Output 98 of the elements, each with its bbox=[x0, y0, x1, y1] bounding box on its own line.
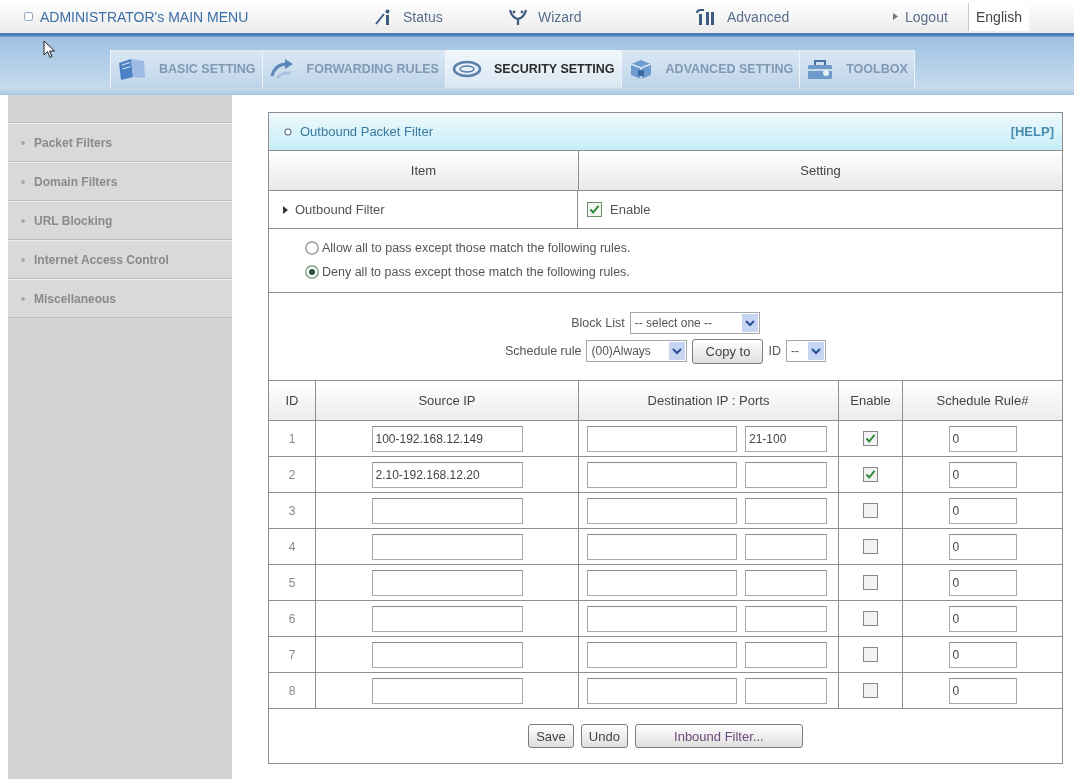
port-field[interactable] bbox=[745, 497, 827, 524]
fork-icon bbox=[508, 8, 528, 25]
checkbox[interactable] bbox=[863, 539, 878, 554]
toolbox-icon bbox=[806, 58, 835, 80]
checkbox[interactable] bbox=[863, 467, 878, 482]
destination-ip-field[interactable] bbox=[587, 461, 737, 488]
square-bullet-icon bbox=[24, 12, 33, 21]
source-ip-field[interactable] bbox=[371, 677, 523, 704]
checkbox[interactable] bbox=[863, 647, 878, 662]
row-id: 6 bbox=[288, 611, 296, 626]
source-ip-field[interactable] bbox=[371, 641, 523, 668]
schedule-rule-field[interactable]: 0 bbox=[948, 425, 1017, 452]
bar-chart-icon bbox=[695, 8, 717, 25]
column-header: Destination IP : Ports bbox=[579, 381, 839, 421]
block-list-dropdown[interactable]: -- select one -- bbox=[629, 312, 760, 334]
column-header: Item bbox=[269, 151, 579, 190]
dot-icon bbox=[21, 218, 25, 223]
checkbox[interactable] bbox=[863, 431, 878, 446]
schedule-rule-field[interactable]: 0 bbox=[948, 533, 1017, 560]
row-id: 2 bbox=[288, 467, 296, 482]
radio-button[interactable] bbox=[305, 241, 319, 255]
checkbox[interactable] bbox=[863, 575, 878, 590]
nav-tab[interactable]: SECURITY SETTING bbox=[445, 50, 622, 88]
column-header: ID bbox=[269, 381, 316, 421]
port-field[interactable] bbox=[745, 605, 827, 632]
caret-right-icon bbox=[893, 13, 898, 20]
checkbox-label: Enable bbox=[610, 202, 651, 217]
schedule-rule-field[interactable]: 0 bbox=[948, 641, 1017, 668]
language-button[interactable]: English bbox=[968, 2, 1029, 31]
source-ip-field[interactable]: 2.10-192.168.12.20 bbox=[371, 461, 523, 488]
book-icon bbox=[117, 57, 147, 81]
schedule-rule-field[interactable]: 0 bbox=[948, 461, 1017, 488]
radio-label: Deny all to pass except those match the following rules. bbox=[322, 265, 630, 279]
destination-ip-field[interactable] bbox=[587, 677, 737, 704]
column-header: Source IP bbox=[316, 381, 579, 421]
row-id: 7 bbox=[288, 647, 296, 662]
circle-bullet-icon bbox=[284, 127, 292, 136]
caret-right-icon bbox=[283, 205, 288, 214]
destination-ip-field[interactable] bbox=[587, 497, 737, 524]
chevron-down-icon bbox=[669, 342, 686, 360]
row-id: 1 bbox=[288, 431, 296, 446]
destination-ip-field[interactable] bbox=[587, 425, 737, 452]
main-menu-title: ADMINISTRATOR's MAIN MENU bbox=[40, 8, 249, 25]
source-ip-field[interactable]: 100-192.168.12.149 bbox=[371, 425, 523, 452]
checkbox[interactable] bbox=[863, 503, 878, 518]
destination-ip-field[interactable] bbox=[587, 605, 737, 632]
curved-arrow-icon bbox=[268, 58, 295, 80]
destination-ip-field[interactable] bbox=[587, 569, 737, 596]
schedule-rule-field[interactable]: 0 bbox=[948, 677, 1017, 704]
row-id: 3 bbox=[288, 503, 296, 518]
undo-button[interactable]: Undo bbox=[580, 724, 628, 748]
port-field[interactable] bbox=[745, 641, 827, 668]
port-field[interactable] bbox=[745, 533, 827, 560]
column-header: Enable bbox=[839, 381, 903, 421]
row-id: 8 bbox=[288, 683, 296, 698]
destination-ip-field[interactable] bbox=[587, 641, 737, 668]
copy-to-button[interactable]: Copy to bbox=[692, 338, 764, 364]
field-label: ID bbox=[768, 344, 781, 358]
logout-link[interactable]: Logout bbox=[893, 8, 968, 25]
top-menu-link[interactable]: Wizard bbox=[508, 8, 582, 25]
dot-icon bbox=[21, 140, 25, 145]
column-header: Setting bbox=[799, 162, 842, 180]
schedule-rule-field[interactable]: 0 bbox=[948, 497, 1017, 524]
schedule-rule-field[interactable]: 0 bbox=[948, 605, 1017, 632]
destination-ip-field[interactable] bbox=[587, 533, 737, 560]
save-button[interactable]: Save bbox=[528, 724, 574, 748]
port-field[interactable] bbox=[745, 569, 827, 596]
source-ip-field[interactable] bbox=[371, 533, 523, 560]
id-dropdown[interactable]: -- bbox=[785, 340, 826, 362]
mouse-pointer-icon bbox=[43, 40, 56, 59]
port-field[interactable]: 21-100 bbox=[745, 425, 827, 452]
source-ip-field[interactable] bbox=[371, 569, 523, 596]
dot-icon bbox=[21, 179, 25, 184]
chevron-down-icon bbox=[741, 314, 758, 332]
item-label: Outbound Filter bbox=[295, 202, 385, 217]
port-field[interactable] bbox=[745, 461, 827, 488]
chevron-down-icon bbox=[807, 342, 824, 360]
radio-label: Allow all to pass except those match the following rules. bbox=[322, 241, 631, 255]
source-ip-field[interactable] bbox=[371, 605, 523, 632]
checkbox[interactable] bbox=[587, 202, 602, 217]
top-menu-link[interactable]: Advanced bbox=[695, 8, 790, 25]
ring-icon bbox=[451, 60, 482, 78]
source-ip-field[interactable] bbox=[371, 497, 523, 524]
dot-icon bbox=[21, 257, 25, 262]
field-label: Schedule rule bbox=[505, 344, 582, 358]
top-menu-link[interactable]: Status bbox=[375, 8, 443, 25]
field-label: Block List bbox=[571, 316, 625, 330]
row-id: 4 bbox=[288, 539, 296, 554]
port-field[interactable] bbox=[745, 677, 827, 704]
checkbox[interactable] bbox=[863, 683, 878, 698]
schedule-rule-dropdown[interactable]: (00)Always bbox=[586, 340, 688, 362]
inbound-filter-button[interactable]: Inbound Filter... bbox=[634, 724, 803, 748]
schedule-rule-field[interactable]: 0 bbox=[948, 569, 1017, 596]
checkbox[interactable] bbox=[863, 611, 878, 626]
radio-button[interactable] bbox=[305, 265, 319, 279]
panel-title: Outbound Packet Filter bbox=[300, 124, 434, 139]
row-id: 5 bbox=[288, 575, 296, 590]
dot-icon bbox=[21, 296, 25, 301]
